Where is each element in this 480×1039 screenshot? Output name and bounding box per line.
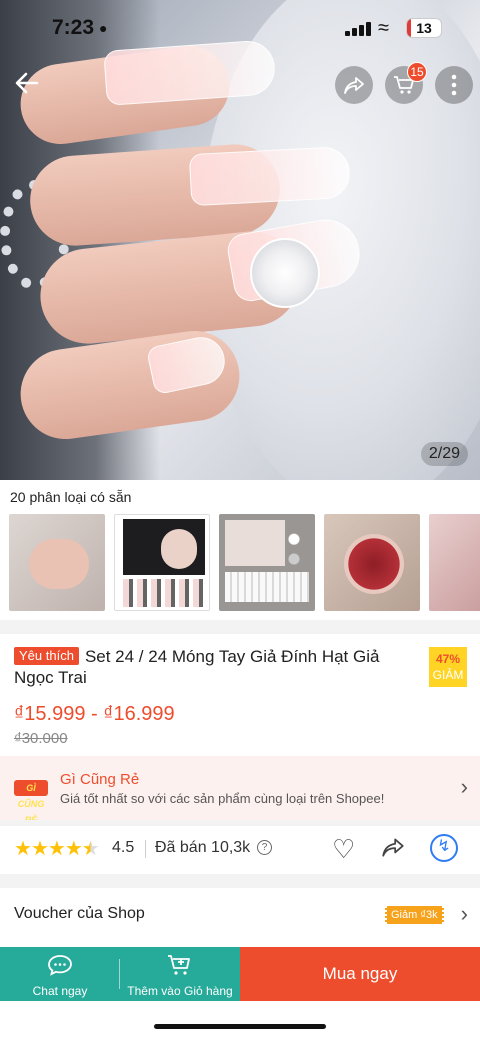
chat-label: Chat ngay — [32, 984, 88, 998]
variant-thumbnail[interactable] — [324, 514, 420, 611]
star-icon: ★ — [47, 838, 66, 860]
bottom-action-bar: Chat ngay Thêm vào Giỏ hàng Mua ngay — [0, 947, 480, 1001]
battery-level: 13 — [416, 20, 432, 36]
product-title-block: Yêu thích Set 24 / 24 Móng Tay Giả Đính H… — [14, 646, 414, 688]
add-to-cart-label: Thêm vào Giỏ hàng — [127, 984, 233, 998]
star-icon: ★ — [30, 838, 49, 860]
gi-cung-re-logo: GÌ CŨNG RẺ — [14, 780, 48, 825]
variant-nail-set — [123, 579, 205, 607]
variant-thumbnail[interactable] — [9, 514, 105, 611]
variant-strip[interactable] — [9, 514, 480, 611]
variants-label: 20 phân loại có sẵn — [10, 489, 132, 505]
more-button[interactable] — [435, 66, 473, 104]
arrow-left-icon — [15, 72, 39, 94]
variant-thumbnail[interactable] — [114, 514, 210, 611]
chevron-right-icon: › — [460, 901, 468, 926]
rating-value: 4.5 — [112, 839, 135, 856]
battery-icon: 13 — [406, 18, 442, 38]
image-counter: 2/29 — [420, 442, 468, 466]
price-range: ₫15.999 - ₫16.999 — [14, 703, 175, 725]
star-half-icon: ★ — [81, 838, 100, 860]
share-arrow-icon — [382, 838, 404, 857]
sold-count: Đã bán 10,3k — [155, 839, 251, 856]
clock: 7:23 — [52, 16, 95, 39]
section-divider — [0, 874, 480, 888]
promo-title: Gì Cũng Rẻ — [60, 771, 140, 788]
voucher-tag: Giảm ₫3k — [385, 906, 444, 924]
discount-tag: 47% GIẢM — [429, 647, 467, 687]
cart-count-badge: 15 — [407, 62, 427, 82]
heart-icon[interactable]: ♡ — [332, 834, 355, 865]
discount-word: GIẢM — [432, 668, 464, 682]
chat-button[interactable]: Chat ngay — [0, 947, 120, 1001]
section-divider — [0, 820, 480, 826]
star-icon: ★ — [64, 838, 83, 860]
cart-button[interactable]: 15 — [385, 62, 427, 104]
variant-thumbnail[interactable] — [429, 514, 480, 611]
add-to-cart-button[interactable]: Thêm vào Giỏ hàng — [120, 947, 240, 1001]
chevron-right-icon: › — [460, 774, 468, 799]
variant-photo — [123, 519, 205, 575]
variant-nail-set — [225, 572, 309, 602]
share-button[interactable] — [335, 66, 373, 104]
more-vertical-icon — [451, 74, 457, 96]
add-cart-icon — [120, 953, 240, 983]
signal-icon — [345, 22, 371, 36]
help-icon[interactable]: ? — [257, 840, 272, 855]
bottom-left-actions: Chat ngay Thêm vào Giỏ hàng — [0, 947, 240, 1001]
home-indicator[interactable] — [154, 1024, 326, 1029]
nail-2 — [188, 145, 352, 207]
original-price: ₫30.000 — [14, 730, 68, 747]
promo-banner[interactable]: GÌ CŨNG RẺ Gì Cũng Rẻ Giá tốt nhất so vớ… — [0, 756, 480, 825]
variant-swatches — [287, 532, 301, 568]
wifi-icon: ≈ — [378, 17, 389, 39]
promo-subtitle: Giá tốt nhất so với các sản phẩm cùng lo… — [60, 791, 385, 806]
favorite-badge: Yêu thích — [14, 647, 79, 665]
variant-thumbnail[interactable] — [219, 514, 315, 611]
buy-now-button[interactable]: Mua ngay — [240, 947, 480, 1001]
rating-stars[interactable]: ★★★★★ — [14, 836, 100, 861]
star-icon: ★ — [14, 838, 32, 860]
share-icon[interactable] — [380, 834, 406, 867]
person-icon: ● — [99, 20, 108, 36]
flower-charm — [250, 238, 320, 308]
variant-photo — [225, 520, 285, 566]
discount-percent: 47% — [435, 652, 461, 666]
messenger-icon[interactable]: ↯ — [430, 834, 458, 862]
voucher-label: Voucher của Shop — [14, 905, 145, 922]
back-button[interactable] — [8, 64, 46, 102]
product-stats: ★★★★★ 4.5 Đã bán 10,3k ? ♡ ↯ — [14, 834, 480, 865]
status-bar: 7:23 ● ≈ 13 — [0, 0, 480, 56]
share-icon — [344, 77, 364, 94]
section-divider — [0, 620, 480, 634]
divider — [145, 840, 146, 858]
chat-icon — [0, 953, 120, 983]
shop-voucher-row[interactable]: Voucher của Shop Giảm ₫3k › — [0, 888, 480, 940]
